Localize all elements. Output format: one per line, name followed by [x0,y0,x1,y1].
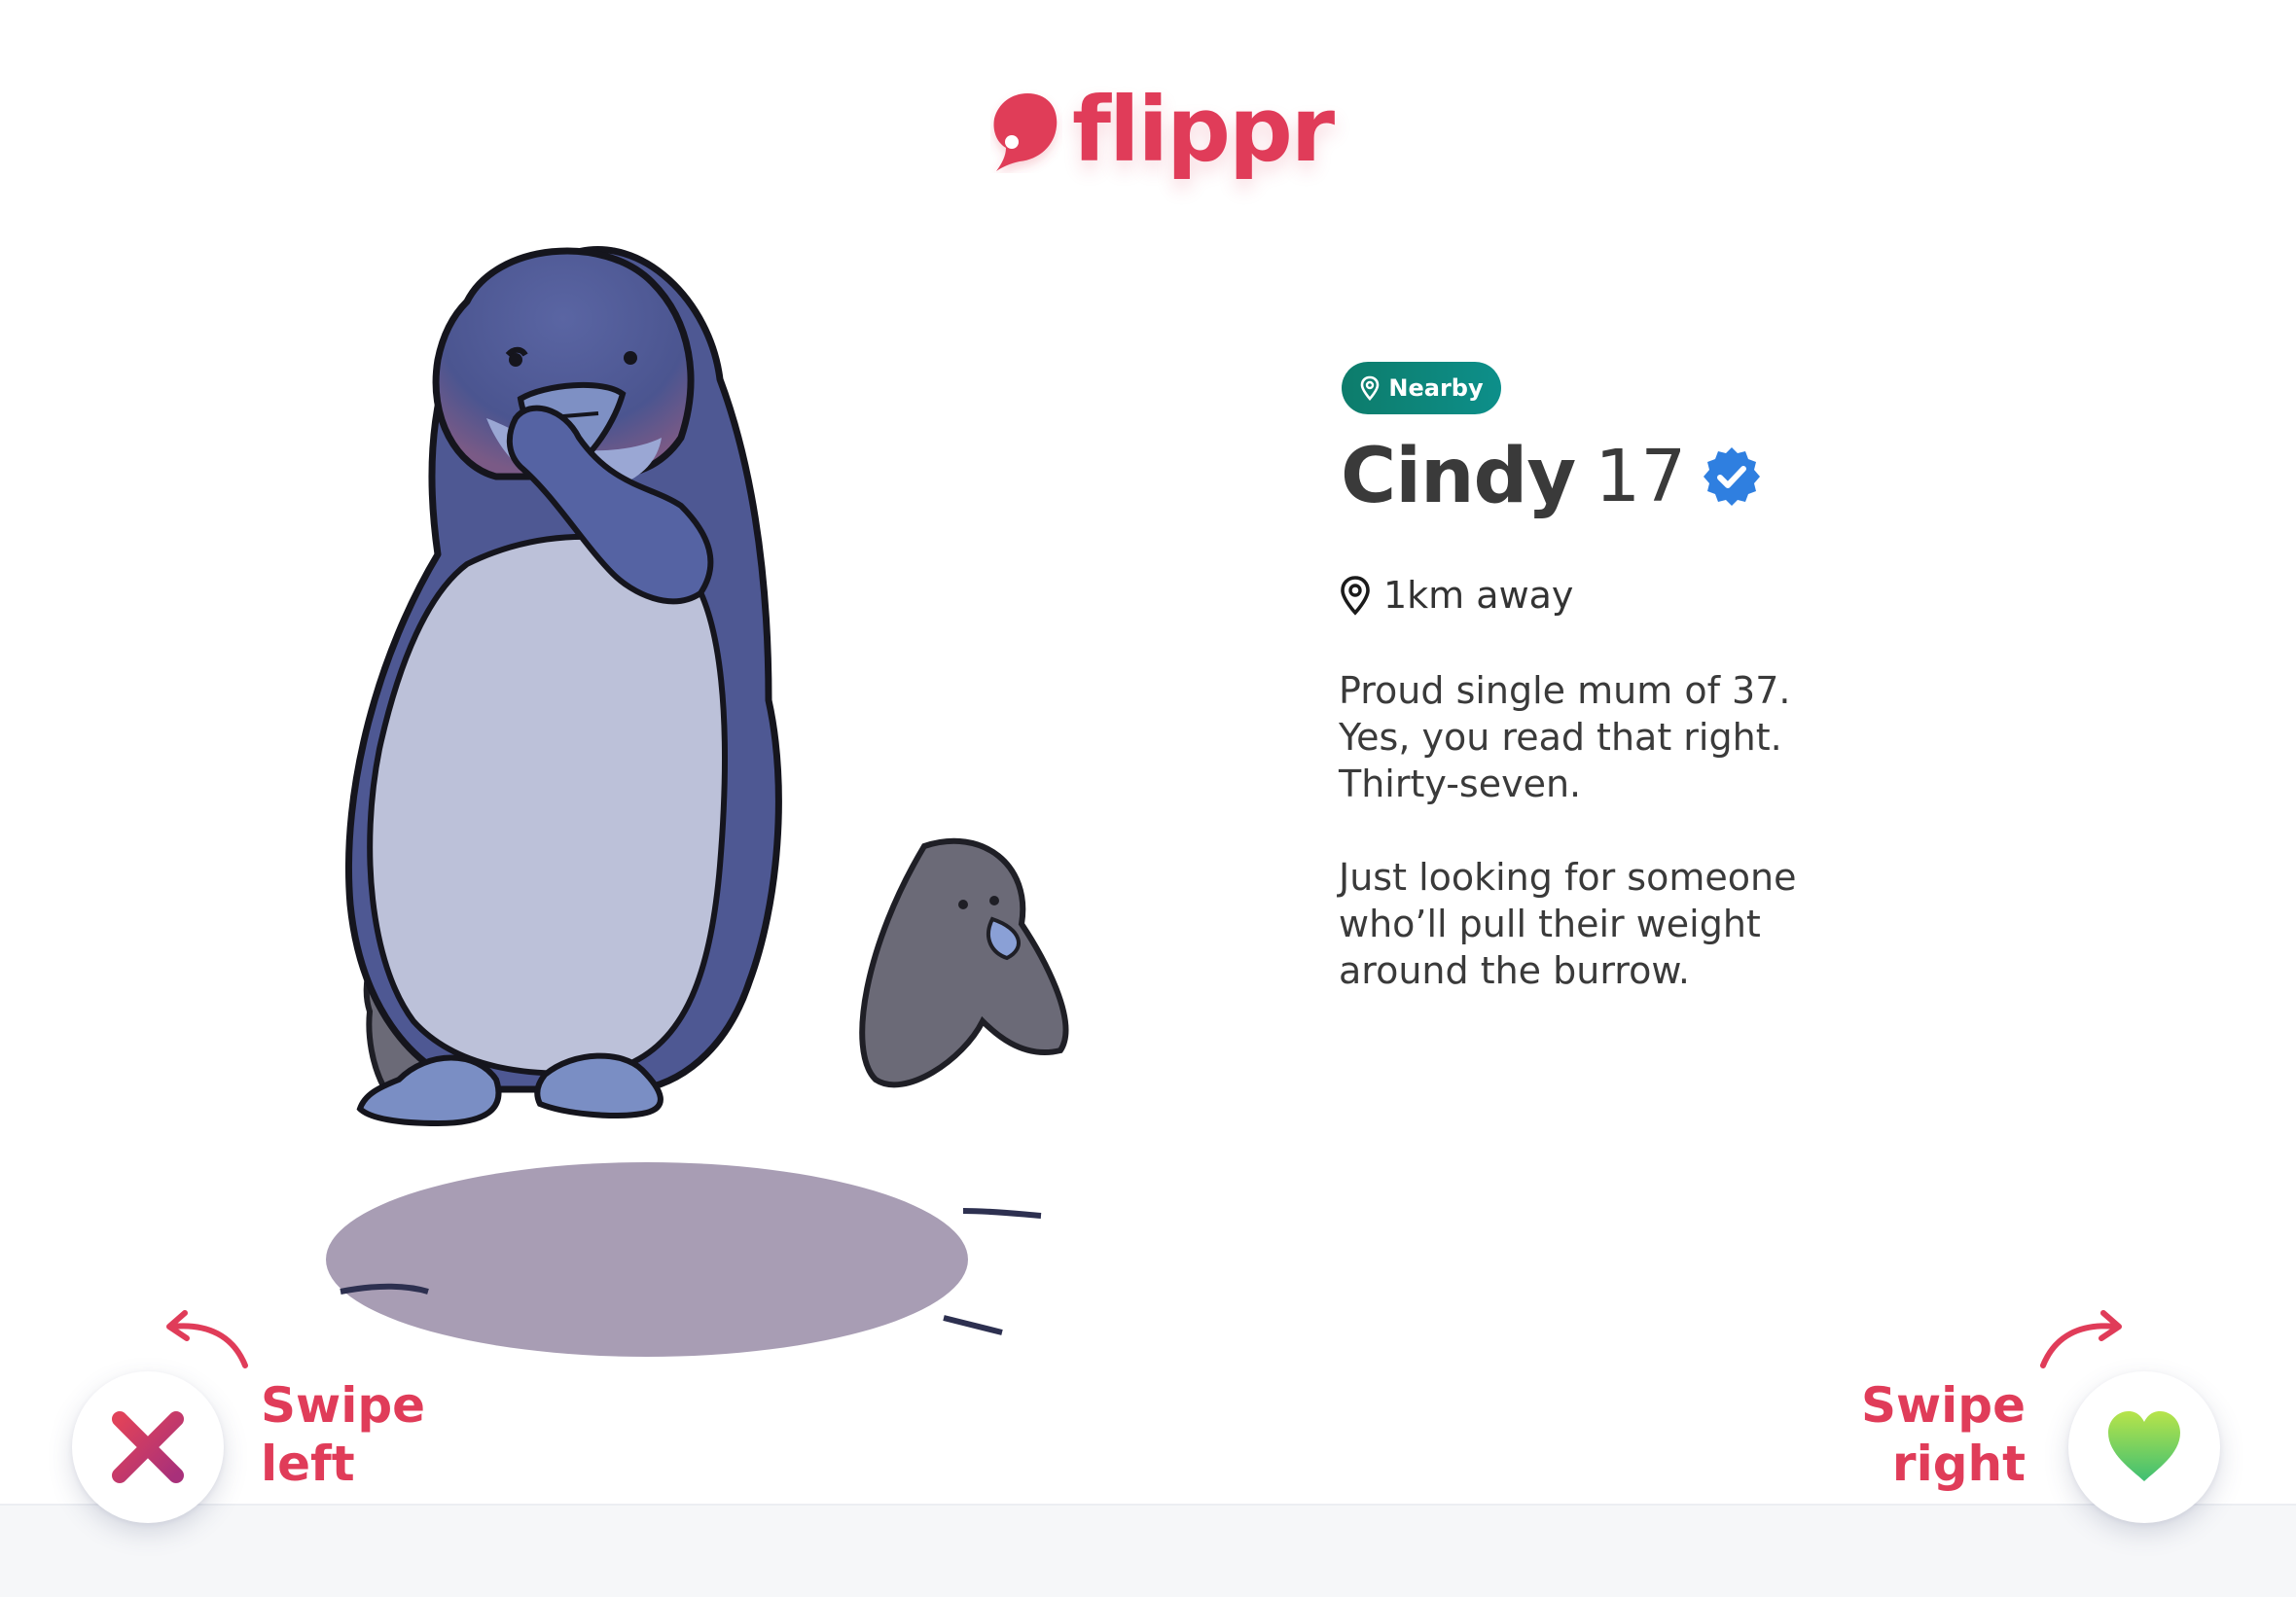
swipe-left-label: Swipe left [261,1376,425,1493]
swipe-right-line2: right [1891,1436,2026,1492]
chick-right [859,837,1069,1088]
dislike-button[interactable] [72,1371,224,1523]
profile-photo [326,246,1069,1357]
profile-name: Cindy [1341,433,1576,520]
bio-line: Proud single mum of 37. [1339,669,1791,712]
heart-icon [2108,1411,2180,1481]
bio-paragraph: Proud single mum of 37. Yes, you read th… [1339,667,1961,807]
distance-row: 1km away [1339,568,1573,622]
profile-heading: Cindy 17 [1341,428,1764,525]
bio-paragraph: Just looking for someone who’ll pull the… [1339,854,1961,994]
bio-line: Yes, you read that right. [1339,716,1782,759]
footer-band [0,1504,2296,1597]
swipe-right-label: Swipe right [1839,1376,2026,1493]
curved-arrow-left-icon [166,1310,248,1368]
swipe-left-line1: Swipe [261,1377,426,1434]
nearby-badge-label: Nearby [1388,374,1484,402]
app-logo[interactable]: flippr [990,76,1335,183]
distance-text: 1km away [1383,574,1574,617]
like-button[interactable] [2068,1371,2220,1523]
ground-shadow [326,1162,968,1357]
swipe-right-line1: Swipe [1860,1377,2026,1434]
location-pin-icon [1341,576,1370,616]
nearby-badge: Nearby [1342,362,1501,414]
swipe-left-line2: left [261,1436,355,1492]
bio-line: around the burrow. [1339,949,1690,992]
location-pin-icon [1361,375,1380,401]
bio-line: who’ll pull their weight [1339,903,1761,945]
app-name: flippr [1072,77,1335,182]
profile-age: 17 [1595,435,1687,518]
verified-badge-icon [1704,447,1761,506]
profile-bio: Proud single mum of 37. Yes, you read th… [1339,667,1961,1041]
close-x-icon [112,1411,184,1483]
bio-line: Just looking for someone [1339,856,1797,899]
bio-line: Thirty-seven. [1339,763,1582,805]
logo-icon [993,93,1058,171]
curved-arrow-right-icon [2040,1310,2122,1368]
penguin-belly [367,533,728,1077]
